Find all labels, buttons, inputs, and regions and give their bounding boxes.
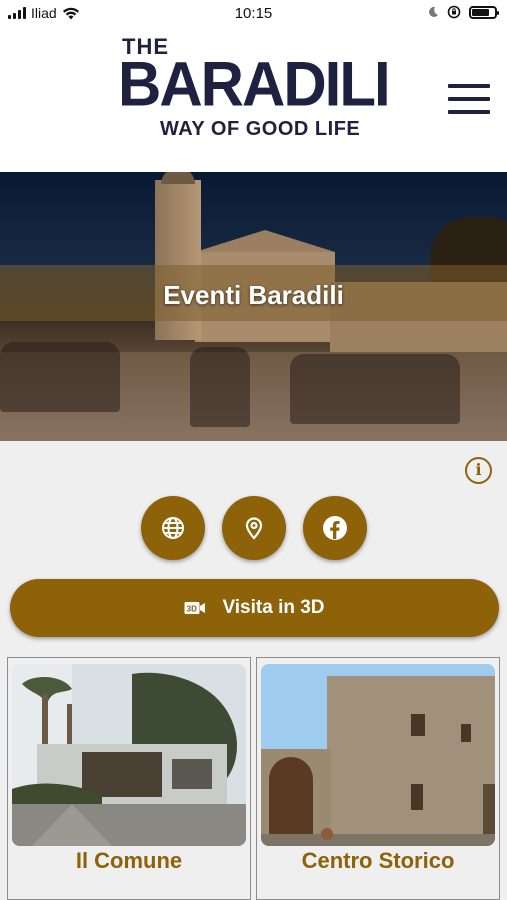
3d-camera-icon: 3D [184, 602, 206, 614]
facebook-icon [323, 516, 347, 540]
battery-icon [469, 5, 499, 19]
card-il-comune[interactable]: Il Comune [7, 657, 251, 900]
website-button[interactable] [141, 496, 205, 560]
hero-crowd [0, 342, 120, 412]
status-icons [427, 5, 499, 19]
card-label: Il Comune [75, 848, 183, 873]
il-comune-photo [12, 664, 246, 846]
facebook-button[interactable] [303, 496, 367, 560]
status-bar: Iliad 10:15 [0, 0, 507, 26]
rotation-lock-icon [447, 5, 461, 19]
hero-crowd [190, 347, 250, 427]
visit-3d-label: Visita in 3D [222, 597, 325, 618]
main-content: i 3D Visita in 3D Il Comune Centro Stori… [0, 441, 507, 900]
map-pin-icon [245, 517, 263, 540]
hero-crowd [290, 354, 460, 424]
logo-line-baradili: BARADILI [118, 49, 391, 120]
baradili-logo[interactable]: THE BARADILI WAY OF GOOD LIFE [118, 32, 391, 150]
location-button[interactable] [222, 496, 286, 560]
logo-line-tagline: WAY OF GOOD LIFE [160, 118, 361, 140]
card-centro-storico[interactable]: Centro Storico [256, 657, 500, 900]
visit-3d-button[interactable]: 3D Visita in 3D [10, 579, 499, 637]
hamburger-menu-icon[interactable] [448, 84, 490, 114]
app-header: THE BARADILI WAY OF GOOD LIFE [0, 26, 507, 172]
hero-banner[interactable]: Eventi Baradili [0, 172, 507, 441]
info-icon[interactable]: i [465, 457, 492, 484]
card-label: Centro Storico [301, 848, 455, 873]
svg-text:3D: 3D [187, 605, 197, 614]
centro-storico-photo [261, 664, 495, 846]
hero-title: Eventi Baradili [163, 280, 344, 310]
globe-icon [162, 517, 184, 539]
moon-icon [429, 6, 438, 17]
